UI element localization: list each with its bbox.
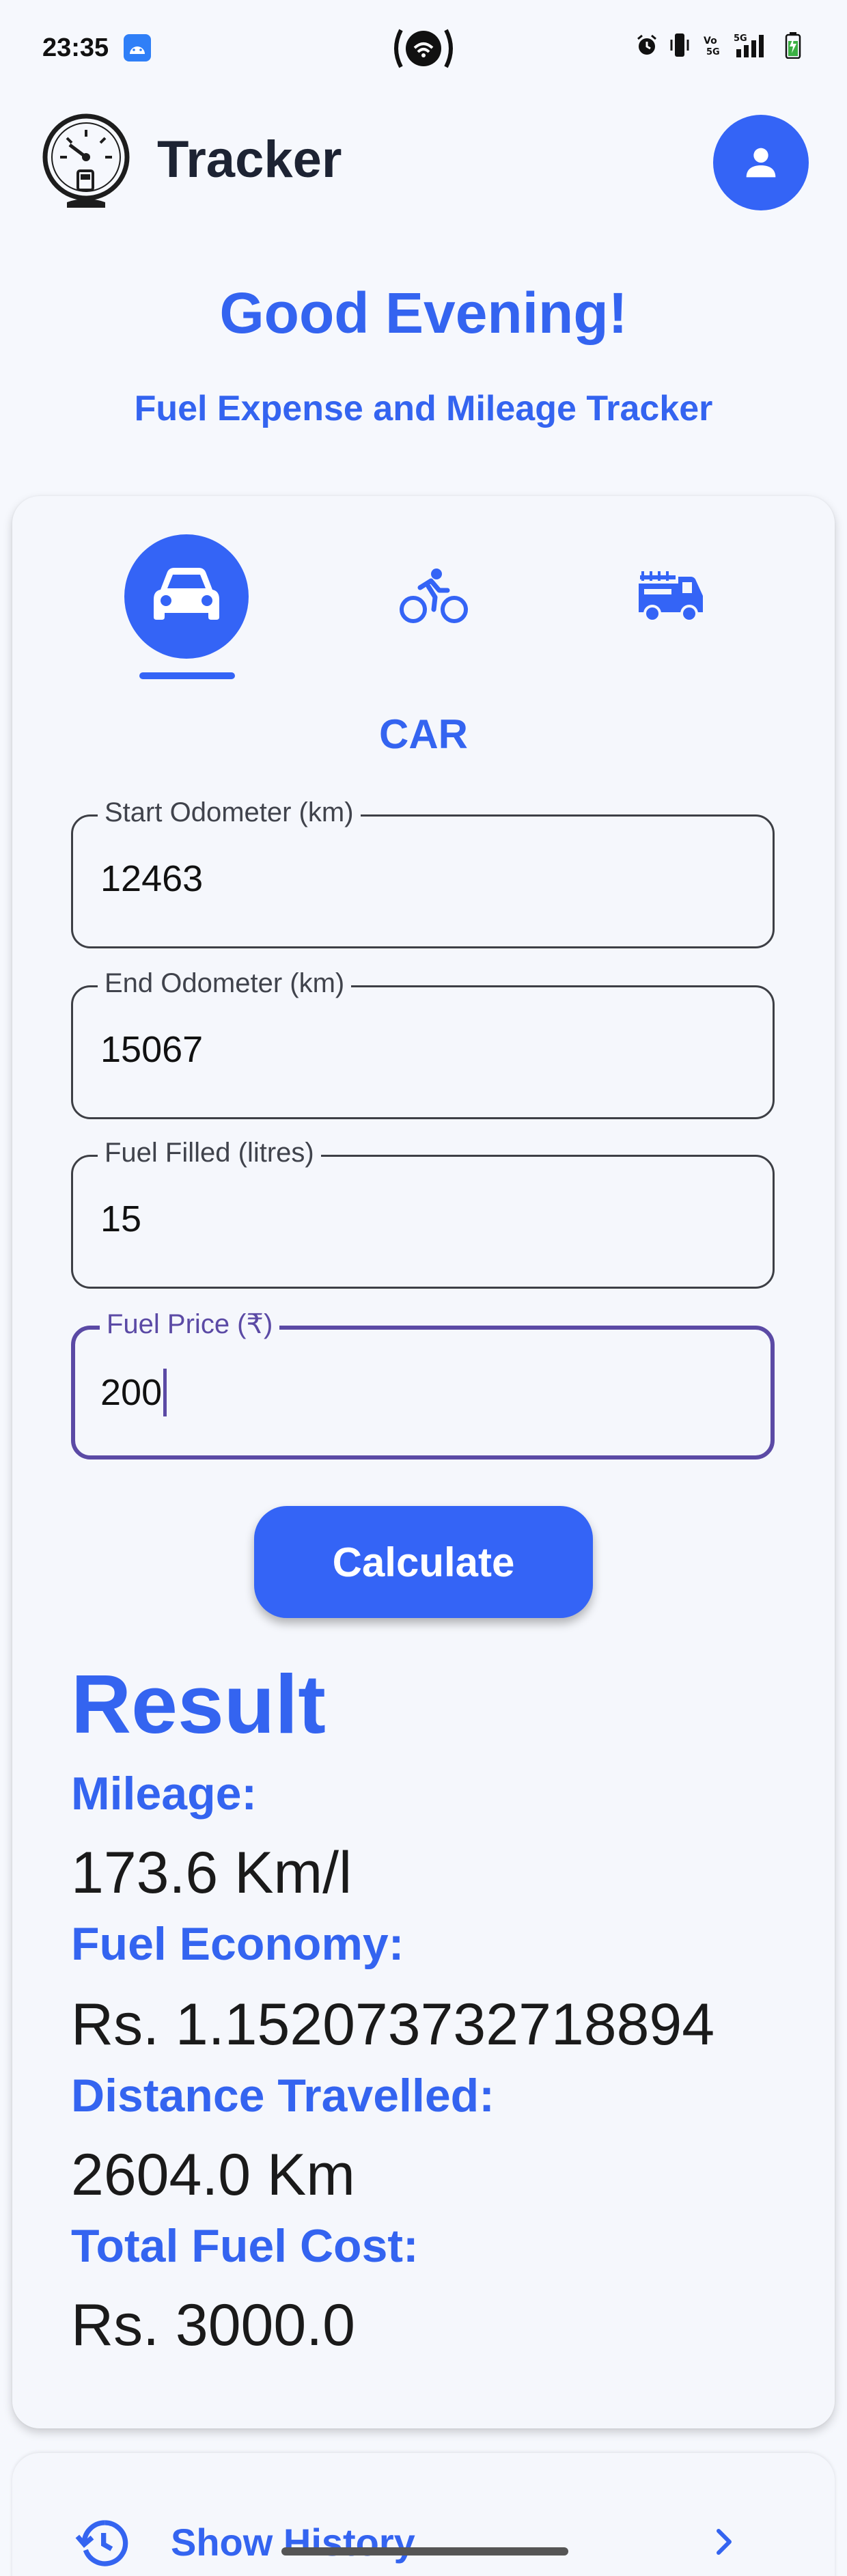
vehicle-bicycle-button[interactable] <box>389 559 478 634</box>
end-odometer-field[interactable]: End Odometer (km) 15067 <box>71 968 775 1119</box>
home-indicator[interactable] <box>281 2547 568 2556</box>
history-icon <box>75 2516 130 2571</box>
app-bar: Tracker <box>0 102 847 219</box>
status-icons: Vo 5G 5G <box>635 31 805 59</box>
start-odometer-value: 12463 <box>100 858 204 899</box>
android-icon <box>124 34 152 61</box>
vehicle-truck-button[interactable] <box>627 559 716 634</box>
fuel-price-field[interactable]: Fuel Price (₹) 200 <box>71 1308 775 1460</box>
svg-text:5G: 5G <box>734 33 747 44</box>
distance-label: Distance Travelled: <box>71 2070 495 2122</box>
car-icon <box>154 568 219 620</box>
calculate-button[interactable]: Calculate <box>254 1506 593 1618</box>
end-odometer-value: 15067 <box>100 1029 204 1070</box>
mileage-value: 173.6 Km/l <box>71 1840 352 1906</box>
selected-vehicle-label: CAR <box>379 711 468 757</box>
end-odometer-label: End Odometer (km) <box>98 968 352 999</box>
start-odometer-field[interactable]: Start Odometer (km) 12463 <box>71 797 775 948</box>
status-time: 23:35 <box>42 33 109 62</box>
chevron-right-icon <box>708 2521 742 2562</box>
svg-text:Vo: Vo <box>704 36 717 46</box>
show-history-label: Show History <box>171 2521 415 2564</box>
bicycle-icon <box>400 568 468 623</box>
text-caret <box>163 1369 167 1416</box>
profile-button[interactable] <box>713 115 809 210</box>
app-title: Tracker <box>157 131 342 189</box>
greeting: Good Evening! <box>219 281 628 345</box>
fuel-filled-label: Fuel Filled (litres) <box>98 1138 321 1168</box>
vibrate-icon <box>668 31 691 59</box>
fuel-price-value: 200 <box>100 1372 163 1413</box>
5g-signal-icon: 5G <box>734 31 772 59</box>
subtitle: Fuel Expense and Mileage Tracker <box>134 389 713 428</box>
truck-icon <box>639 571 703 622</box>
fuel-economy-value: Rs. 1.152073732718894 <box>71 1992 715 2057</box>
volte-icon: Vo 5G <box>701 31 724 59</box>
fuel-filled-field[interactable]: Fuel Filled (litres) 15 <box>71 1138 775 1289</box>
fuel-price-label: Fuel Price (₹) <box>100 1308 280 1340</box>
person-icon <box>746 148 776 178</box>
mileage-label: Mileage: <box>71 1768 258 1820</box>
total-cost-value: Rs. 3000.0 <box>71 2292 355 2358</box>
alarm-icon <box>635 31 658 59</box>
selected-tab-indicator <box>139 672 235 679</box>
vehicle-car-button[interactable] <box>124 534 249 659</box>
result-heading: Result <box>71 1658 326 1751</box>
battery-charging-icon <box>781 31 805 59</box>
total-cost-label: Total Fuel Cost: <box>71 2220 419 2272</box>
svg-text:5G: 5G <box>706 47 720 57</box>
start-odometer-label: Start Odometer (km) <box>98 797 361 828</box>
fuel-gauge-icon <box>40 112 133 215</box>
hotspot-icon <box>383 25 464 72</box>
distance-value: 2604.0 Km <box>71 2142 355 2208</box>
fuel-filled-value: 15 <box>100 1198 142 1239</box>
calculator-card <box>12 496 835 2428</box>
fuel-economy-label: Fuel Economy: <box>71 1918 404 1970</box>
